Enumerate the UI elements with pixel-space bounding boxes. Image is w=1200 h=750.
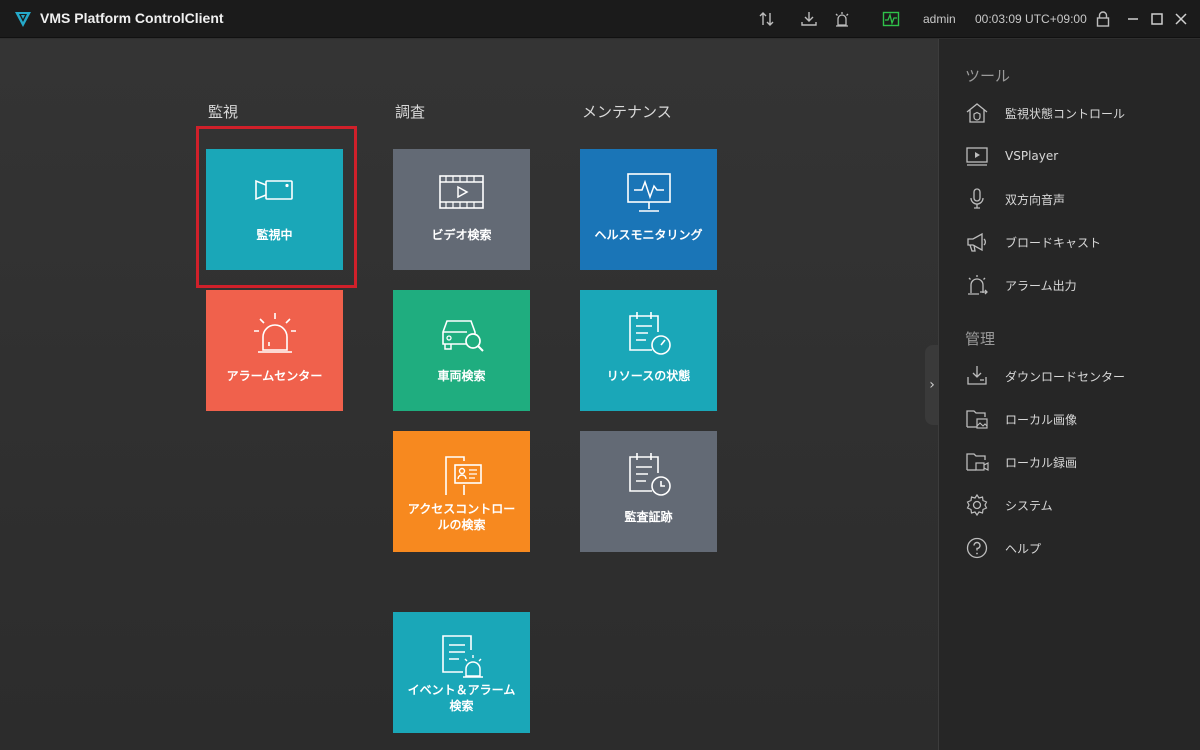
section-title-investigate: 調査	[395, 103, 426, 121]
lock-icon[interactable]	[1094, 10, 1112, 28]
tile-label: イベント＆アラーム 検索	[397, 682, 526, 714]
tile-alarm-center[interactable]: アラームセンター	[206, 290, 343, 411]
monitor-pulse-icon	[627, 173, 671, 212]
tile-audit-trail[interactable]: 監査証跡	[580, 431, 717, 552]
maximize-icon[interactable]	[1148, 10, 1166, 28]
tile-label-line-1: アクセスコントロー	[407, 502, 516, 516]
download-center-icon	[967, 366, 987, 385]
tool-label: VSPlayer	[1005, 149, 1059, 163]
tool-alarm-output[interactable]: アラーム出力	[965, 270, 1190, 300]
manage-label: ヘルプ	[1005, 541, 1042, 556]
tool-label: ブロードキャスト	[1005, 235, 1102, 250]
tool-broadcast[interactable]: ブロードキャスト	[965, 227, 1190, 257]
tile-live-view[interactable]: 監視中	[206, 149, 343, 270]
event-alarm-icon	[442, 635, 483, 678]
app-title: VMS Platform ControlClient	[40, 10, 224, 26]
manage-system[interactable]: システム	[965, 490, 1190, 520]
manage-download-center[interactable]: ダウンロードセンター	[965, 361, 1190, 391]
alarm-output-icon	[968, 275, 988, 295]
gear-icon	[966, 493, 988, 517]
microphone-icon	[970, 188, 984, 209]
tool-label: 双方向音声	[1005, 192, 1066, 207]
tool-label: アラーム出力	[1005, 278, 1077, 293]
clock: 00:03:09 UTC+09:00	[975, 12, 1087, 26]
current-user[interactable]: admin	[923, 12, 956, 26]
section-title-maintenance: メンテナンス	[582, 103, 672, 121]
tile-label: 監査証跡	[624, 510, 673, 524]
tile-label: ビデオ検索	[431, 228, 492, 242]
local-image-icon	[966, 410, 988, 429]
tool-vsplayer[interactable]: VSPlayer	[965, 141, 1190, 171]
tile-vehicle-search[interactable]: 車両検索	[393, 290, 530, 411]
tile-access-control-search[interactable]: アクセスコントロー ルの検索	[393, 431, 530, 552]
manage-help[interactable]: ヘルプ	[965, 533, 1190, 563]
panel-collapse-handle[interactable]: ›	[925, 345, 939, 425]
tile-label: 車両検索	[437, 369, 486, 383]
tile-label-line-1: イベント＆アラーム	[407, 683, 516, 697]
tool-two-way-audio[interactable]: 双方向音声	[965, 184, 1190, 214]
manage-label: システム	[1005, 498, 1053, 513]
alarm-icon[interactable]	[833, 10, 851, 28]
download-icon[interactable]	[800, 10, 818, 28]
tile-label: ヘルスモニタリング	[594, 228, 703, 242]
player-icon	[966, 147, 988, 166]
video-file-icon	[439, 175, 484, 209]
tile-label: 監視中	[256, 228, 293, 242]
app-logo-icon	[15, 12, 31, 27]
minimize-icon[interactable]	[1124, 10, 1142, 28]
tile-label: アクセスコントロー ルの検索	[397, 501, 526, 533]
help-icon	[966, 537, 988, 559]
manage-section-title: 管理	[965, 330, 996, 348]
manage-local-image[interactable]: ローカル画像	[965, 404, 1190, 434]
manage-label: ローカル録画	[1005, 455, 1078, 470]
audit-clock-icon	[629, 453, 671, 496]
sort-icon[interactable]	[758, 10, 776, 28]
health-icon[interactable]	[882, 10, 900, 28]
tile-label-line-2: ルの検索	[437, 518, 486, 532]
tile-label-line-2: 検索	[449, 699, 474, 713]
right-panel: ツール 監視状態コントロール VSPlayer 双方向音声 ブロードキャスト ア…	[938, 39, 1200, 750]
megaphone-icon	[967, 232, 986, 252]
tile-event-alarm-search[interactable]: イベント＆アラーム 検索	[393, 612, 530, 733]
local-recording-icon	[966, 453, 989, 471]
manage-label: ローカル画像	[1005, 412, 1078, 427]
manage-local-recording[interactable]: ローカル録画	[965, 447, 1190, 477]
home-shield-icon	[966, 103, 988, 123]
tool-monitoring-status-control[interactable]: 監視状態コントロール	[965, 98, 1190, 128]
tool-label: 監視状態コントロール	[1005, 106, 1126, 121]
close-icon[interactable]	[1172, 10, 1190, 28]
siren-icon	[254, 313, 296, 353]
vehicle-search-icon	[442, 320, 484, 352]
manage-label: ダウンロードセンター	[1005, 369, 1126, 384]
tile-resource-status[interactable]: リソースの状態	[580, 290, 717, 411]
video-camera-icon	[255, 179, 293, 201]
tile-label: アラームセンター	[226, 369, 323, 383]
tile-video-search[interactable]: ビデオ検索	[393, 149, 530, 270]
tools-section-title: ツール	[965, 67, 1011, 85]
main-area: 監視 調査 メンテナンス 監視中 アラームセンター ビデオ検索 車両検索 アクセ…	[0, 39, 938, 750]
section-title-monitor: 監視	[208, 103, 239, 121]
resource-gauge-icon	[629, 312, 671, 355]
tile-label: リソースの状態	[606, 369, 691, 383]
access-card-icon	[445, 456, 482, 495]
title-bar: VMS Platform ControlClient admin 00:03:0…	[0, 0, 1200, 38]
tile-health-monitoring[interactable]: ヘルスモニタリング	[580, 149, 717, 270]
